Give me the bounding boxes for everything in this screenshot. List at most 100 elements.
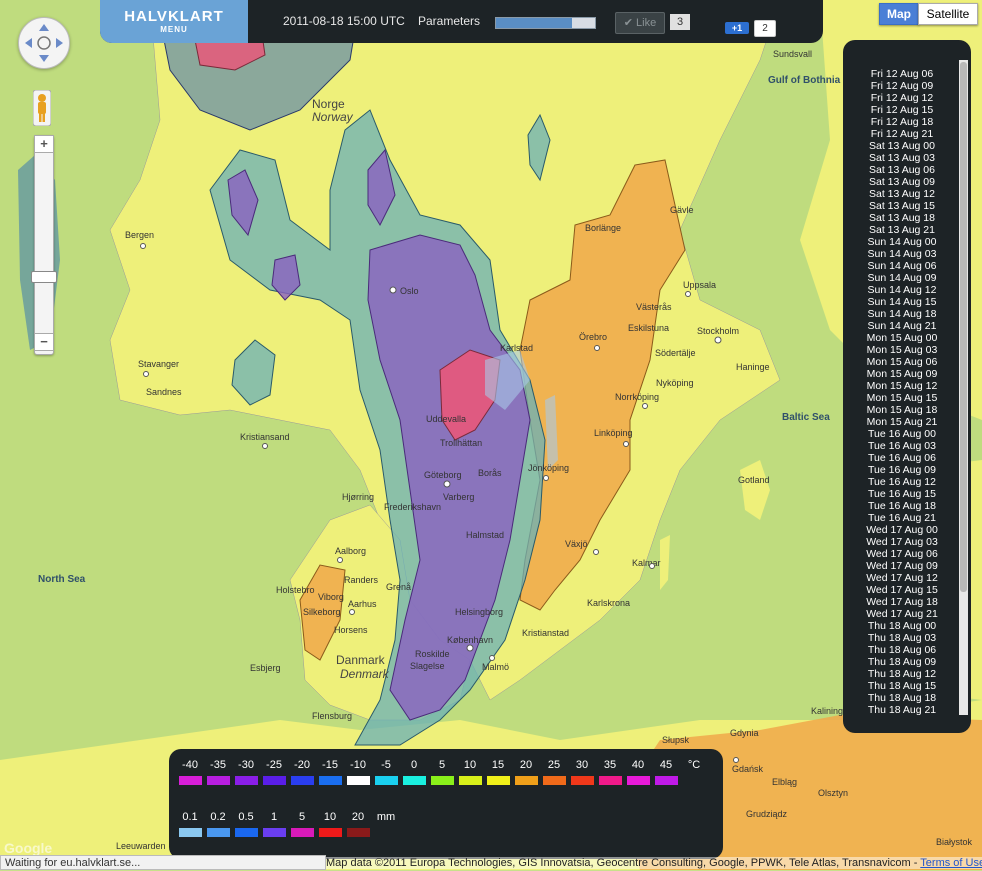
label-uppsala: Uppsala	[683, 280, 716, 290]
date-item[interactable]: Tue 16 Aug 03	[856, 440, 948, 452]
legend-temperature-label: 0	[410, 759, 418, 771]
label-vasteras: Västerås	[636, 302, 672, 312]
label-slagelse: Slagelse	[410, 661, 445, 671]
street-view-pegman-icon[interactable]	[32, 89, 52, 127]
legend-temperature-label: 30	[575, 759, 589, 771]
date-item[interactable]: Wed 17 Aug 12	[856, 572, 948, 584]
date-item[interactable]: Tue 16 Aug 21	[856, 512, 948, 524]
date-item[interactable]: Wed 17 Aug 15	[856, 584, 948, 596]
date-item[interactable]: Mon 15 Aug 03	[856, 344, 948, 356]
date-item[interactable]: Sat 13 Aug 00	[856, 140, 948, 152]
legend-precipitation-label: 0.1	[182, 811, 198, 823]
date-item[interactable]: Sun 14 Aug 06	[856, 260, 948, 272]
date-item[interactable]: Fri 12 Aug 21	[856, 128, 948, 140]
date-item[interactable]: Mon 15 Aug 00	[856, 332, 948, 344]
label-viborg: Viborg	[318, 592, 344, 602]
legend-precipitation-swatch	[347, 828, 370, 837]
map-type-map-button[interactable]: Map	[879, 3, 919, 25]
date-item[interactable]: Mon 15 Aug 09	[856, 368, 948, 380]
zoom-slider-handle[interactable]	[31, 271, 57, 283]
label-sandnes: Sandnes	[146, 387, 182, 397]
date-item[interactable]: Wed 17 Aug 09	[856, 560, 948, 572]
date-item[interactable]: Tue 16 Aug 18	[856, 500, 948, 512]
date-item[interactable]: Fri 12 Aug 15	[856, 104, 948, 116]
date-item[interactable]: Thu 18 Aug 00	[856, 620, 948, 632]
date-item[interactable]: Sat 13 Aug 18	[856, 212, 948, 224]
date-item[interactable]: Thu 18 Aug 06	[856, 644, 948, 656]
date-item[interactable]: Sun 14 Aug 00	[856, 236, 948, 248]
date-item[interactable]: Sun 14 Aug 21	[856, 320, 948, 332]
terms-of-use-link[interactable]: Terms of Use	[920, 857, 982, 869]
menu-logo-button[interactable]: HALVKLART MENU	[100, 0, 248, 43]
label-gotland: Gotland	[738, 475, 770, 485]
date-item[interactable]: Tue 16 Aug 12	[856, 476, 948, 488]
date-item[interactable]: Sat 13 Aug 09	[856, 176, 948, 188]
legend-precipitation-label: 10	[323, 811, 337, 823]
date-item[interactable]: Fri 12 Aug 09	[856, 80, 948, 92]
date-item[interactable]: Wed 17 Aug 21	[856, 608, 948, 620]
date-item[interactable]: Tue 16 Aug 00	[856, 428, 948, 440]
date-item[interactable]: Sat 13 Aug 06	[856, 164, 948, 176]
date-item[interactable]: Sat 13 Aug 12	[856, 188, 948, 200]
legend-precipitation-swatch	[319, 828, 342, 837]
date-item[interactable]: Thu 18 Aug 21	[856, 704, 948, 716]
date-item[interactable]: Wed 17 Aug 06	[856, 548, 948, 560]
label-trollhattan: Trollhättan	[440, 438, 482, 448]
legend-temperature-swatch	[207, 776, 230, 785]
date-item[interactable]: Tue 16 Aug 15	[856, 488, 948, 500]
date-item[interactable]: Wed 17 Aug 18	[856, 596, 948, 608]
pan-control[interactable]	[18, 17, 70, 69]
date-item[interactable]: Sun 14 Aug 18	[856, 308, 948, 320]
date-item[interactable]: Sun 14 Aug 12	[856, 284, 948, 296]
date-item[interactable]: Thu 18 Aug 12	[856, 668, 948, 680]
date-list-scroll-thumb[interactable]	[960, 62, 967, 592]
date-item[interactable]: Sun 14 Aug 09	[856, 272, 948, 284]
date-item[interactable]: Tue 16 Aug 06	[856, 452, 948, 464]
legend-temperature-swatch	[431, 776, 454, 785]
legend-temperature-label: -15	[322, 759, 338, 771]
like-button[interactable]: ✔ Like	[615, 12, 665, 34]
date-item[interactable]: Mon 15 Aug 12	[856, 380, 948, 392]
date-item[interactable]: Sun 14 Aug 03	[856, 248, 948, 260]
plusone-button[interactable]: +1	[725, 22, 749, 34]
zoom-slider-track[interactable]	[34, 135, 54, 355]
date-item[interactable]: Wed 17 Aug 03	[856, 536, 948, 548]
date-list[interactable]: Fri 12 Aug 06 Fri 12 Aug 09 Fri 12 Aug 12 F…	[856, 68, 948, 716]
google-logo[interactable]: Google	[4, 840, 52, 856]
date-item[interactable]: Mon 15 Aug 06	[856, 356, 948, 368]
weather-map[interactable]: Sundsvall Gulf of Bothnia Norge Norway B…	[0, 0, 982, 870]
copyright-text: Map data ©2011 Europa Technologies, GIS …	[326, 857, 921, 869]
date-item[interactable]: Thu 18 Aug 03	[856, 632, 948, 644]
parameters-button[interactable]: Parameters	[418, 14, 480, 28]
zoom-out-button[interactable]: −	[34, 333, 54, 351]
date-item[interactable]: Sat 13 Aug 15	[856, 200, 948, 212]
legend-temperature-label: 15	[491, 759, 505, 771]
date-item[interactable]: Fri 12 Aug 18	[856, 116, 948, 128]
date-item[interactable]: Sat 13 Aug 03	[856, 152, 948, 164]
date-item[interactable]: Mon 15 Aug 21	[856, 416, 948, 428]
date-item[interactable]: Thu 18 Aug 15	[856, 680, 948, 692]
label-gulf-of-bothnia: Gulf of Bothnia	[768, 75, 841, 86]
date-item[interactable]: Mon 15 Aug 15	[856, 392, 948, 404]
like-label: Like	[636, 17, 657, 29]
date-item[interactable]: Thu 18 Aug 09	[856, 656, 948, 668]
date-item[interactable]: Sun 14 Aug 15	[856, 296, 948, 308]
date-item[interactable]: Fri 12 Aug 12	[856, 92, 948, 104]
date-item[interactable]: Sat 13 Aug 21	[856, 224, 948, 236]
label-gavle: Gävle	[670, 205, 694, 215]
legend-temperature-label: -5	[381, 759, 391, 771]
legend-precipitation-swatch	[291, 828, 314, 837]
label-olsztyn: Olsztyn	[818, 788, 848, 798]
date-item[interactable]: Mon 15 Aug 18	[856, 404, 948, 416]
map-type-satellite-button[interactable]: Satellite	[918, 3, 978, 25]
legend-temperature-swatch	[487, 776, 510, 785]
date-item[interactable]: Wed 17 Aug 00	[856, 524, 948, 536]
label-linkoping: Linköping	[594, 428, 633, 438]
date-item[interactable]: Thu 18 Aug 18	[856, 692, 948, 704]
zoom-in-button[interactable]: +	[34, 135, 54, 153]
brand-logo: HALVKLART	[124, 8, 224, 25]
menu-label: MENU	[160, 25, 188, 34]
date-item[interactable]: Fri 12 Aug 06	[856, 68, 948, 80]
date-item[interactable]: Tue 16 Aug 09	[856, 464, 948, 476]
label-grudziadz: Grudziądz	[746, 809, 788, 819]
